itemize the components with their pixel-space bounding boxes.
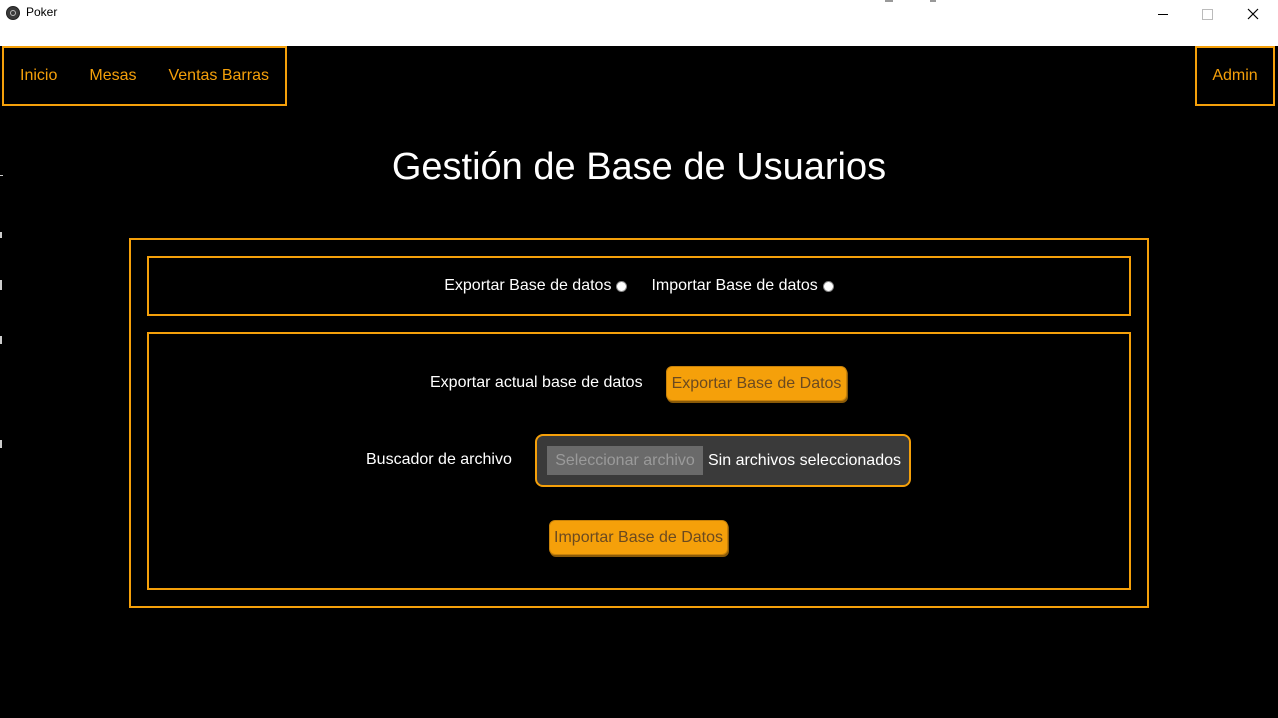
import-mode-option[interactable]: Importar Base de datos	[651, 277, 834, 295]
export-database-button[interactable]: Exportar Base de Datos	[666, 366, 847, 401]
minimize-button[interactable]	[1140, 0, 1186, 28]
nav-item-inicio[interactable]: Inicio	[20, 67, 57, 85]
edge-artifact	[0, 280, 2, 290]
titlebar-artifact	[930, 0, 936, 2]
window-title: Poker	[26, 5, 58, 19]
poker-app-icon	[6, 6, 20, 20]
mode-selector: Exportar Base de datos Importar Base de …	[147, 256, 1131, 316]
edge-artifact	[0, 336, 2, 344]
minimize-icon	[1158, 13, 1168, 15]
nav-item-admin[interactable]: Admin	[1212, 67, 1257, 85]
close-icon	[1247, 8, 1259, 20]
import-database-button[interactable]: Importar Base de Datos	[549, 520, 728, 555]
file-browser-label: Buscador de archivo	[366, 451, 512, 468]
maximize-icon	[1201, 8, 1213, 20]
nav-item-ventas-barras[interactable]: Ventas Barras	[168, 67, 269, 85]
admin-nav: Admin	[1195, 46, 1275, 106]
export-mode-label: Exportar Base de datos	[444, 277, 612, 294]
file-input: Seleccionar archivo Sin archivos selecci…	[535, 434, 911, 487]
select-file-button[interactable]: Seleccionar archivo	[547, 446, 703, 475]
import-mode-radio[interactable]	[822, 280, 834, 292]
edge-artifact	[0, 440, 2, 448]
file-status-text: Sin archivos seleccionados	[708, 451, 901, 469]
export-mode-radio[interactable]	[616, 280, 628, 292]
main-nav: Inicio Mesas Ventas Barras	[2, 46, 287, 106]
close-button[interactable]	[1230, 0, 1276, 28]
import-mode-label: Importar Base de datos	[651, 277, 818, 294]
edge-artifact	[0, 232, 2, 238]
titlebar-artifact	[885, 0, 893, 2]
export-section-label: Exportar actual base de datos	[430, 374, 643, 391]
window-title-bar: Poker	[0, 0, 1278, 46]
maximize-button[interactable]	[1184, 0, 1230, 28]
export-mode-option[interactable]: Exportar Base de datos	[444, 277, 628, 295]
page-title: Gestión de Base de Usuarios	[391, 146, 887, 188]
nav-item-mesas[interactable]: Mesas	[89, 67, 136, 85]
